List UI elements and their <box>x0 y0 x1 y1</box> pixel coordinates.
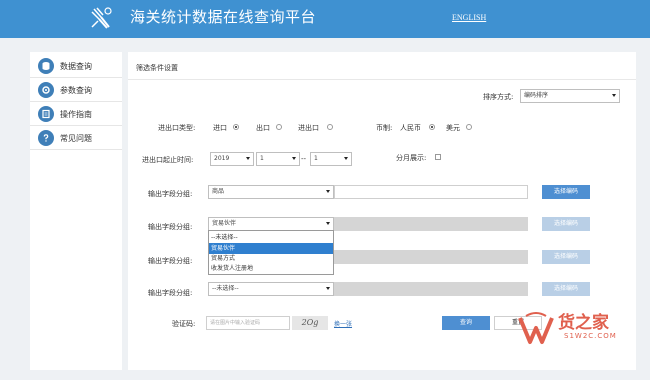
radio-both[interactable] <box>327 124 333 130</box>
sidebar-item-data-query[interactable]: 数据查询 <box>30 54 122 78</box>
trade-option-import: 进口 <box>213 124 227 132</box>
select-code-button-4[interactable]: 选择编码 <box>542 282 590 296</box>
sidebar-item-label: 参数查询 <box>60 86 92 95</box>
captcha-image: 2Og <box>292 316 328 330</box>
chevron-down-icon <box>246 157 250 160</box>
customs-logo-icon <box>91 7 112 29</box>
period-label: 进出口起止时间: <box>142 156 194 164</box>
currency-option-usd: 美元 <box>446 124 460 132</box>
output-group-label-1: 输出字段分组: <box>148 190 193 198</box>
dropdown-option-none[interactable]: --未选择-- <box>209 232 333 243</box>
radio-import[interactable] <box>233 124 239 130</box>
radio-export[interactable] <box>276 124 282 130</box>
month-end-select[interactable]: 1 <box>310 152 352 166</box>
trade-type-label: 进出口类型: <box>158 124 196 132</box>
site-title: 海关统计数据在线查询平台 <box>130 8 317 26</box>
panel-header: 筛选条件设置 <box>128 52 636 80</box>
chevron-down-icon <box>612 94 616 97</box>
month-start-select[interactable]: 1 <box>256 152 300 166</box>
chevron-down-icon <box>344 157 348 160</box>
sidebar-item-label: 操作指南 <box>60 110 92 119</box>
trade-option-both: 进出口 <box>298 124 319 132</box>
sidebar: 数据查询 参数查询 操作指南 常见问题 <box>30 52 122 370</box>
code-field-1[interactable] <box>334 185 528 199</box>
sidebar-item-param-query[interactable]: 参数查询 <box>30 78 122 102</box>
range-separator: -- <box>301 155 307 163</box>
month-end-value: 1 <box>314 155 318 162</box>
output-group-select-4[interactable]: --未选择-- <box>208 282 334 296</box>
guide-icon <box>38 106 54 122</box>
radio-rmb[interactable] <box>429 124 435 130</box>
watermark-subtitle: S1W2C.COM <box>564 332 617 340</box>
watermark-title: 货之家 <box>558 313 609 333</box>
database-icon <box>38 58 54 74</box>
sort-select-value: 编码排序 <box>524 92 549 99</box>
chevron-down-icon <box>326 190 330 193</box>
trade-option-export: 出口 <box>256 124 270 132</box>
year-select[interactable]: 2019 <box>210 152 254 166</box>
monthly-display-label: 分月展示: <box>396 154 427 162</box>
english-link[interactable]: ENGLISH <box>452 13 486 22</box>
code-field-3 <box>334 250 528 264</box>
code-field-4 <box>334 282 528 296</box>
currency-label: 币制: <box>376 124 393 132</box>
output-group-label-3: 输出字段分组: <box>148 257 193 265</box>
captcha-label: 验证码: <box>172 320 196 328</box>
output-group-label-4: 输出字段分组: <box>148 289 193 297</box>
chevron-down-icon <box>326 287 330 290</box>
monthly-display-checkbox[interactable] <box>435 154 441 160</box>
panel-title: 筛选条件设置 <box>136 64 178 72</box>
sort-label: 排序方式: <box>483 93 514 101</box>
select-code-button-2[interactable]: 选择编码 <box>542 217 590 231</box>
watermark: 货之家 S1W2C.COM <box>516 306 644 350</box>
settings-icon <box>38 82 54 98</box>
output-group-value-2: 贸易伙伴 <box>212 220 237 227</box>
output-group-select-1[interactable]: 商品 <box>208 185 334 199</box>
watermark-logo-icon <box>518 312 554 344</box>
question-icon <box>38 130 54 146</box>
sidebar-item-guide[interactable]: 操作指南 <box>30 102 122 126</box>
output-group-value-1: 商品 <box>212 188 225 195</box>
captcha-input[interactable]: 请在图片中输入验证码 <box>206 316 290 330</box>
currency-option-rmb: 人民币 <box>400 124 421 132</box>
output-group-select-2[interactable]: 贸易伙伴 <box>208 217 334 231</box>
select-code-button-3[interactable]: 选择编码 <box>542 250 590 264</box>
sort-select[interactable]: 编码排序 <box>520 89 620 103</box>
output-group-value-4: --未选择-- <box>212 285 239 292</box>
query-button[interactable]: 查询 <box>442 316 490 330</box>
refresh-captcha-link[interactable]: 换一张 <box>334 319 352 328</box>
code-field-2 <box>334 217 528 231</box>
sidebar-item-faq[interactable]: 常见问题 <box>30 126 122 150</box>
output-group-label-2: 输出字段分组: <box>148 223 193 231</box>
sidebar-item-label: 常见问题 <box>60 134 92 143</box>
dropdown-option-registration-place[interactable]: 收发货人注册地 <box>209 263 333 274</box>
output-group-dropdown-list: --未选择-- 贸易伙伴 贸易方式 收发货人注册地 <box>208 230 334 275</box>
select-code-button-1[interactable]: 选择编码 <box>542 185 590 199</box>
month-start-value: 1 <box>260 155 264 162</box>
top-bar: 海关统计数据在线查询平台 ENGLISH <box>0 0 650 38</box>
radio-usd[interactable] <box>466 124 472 130</box>
sidebar-item-label: 数据查询 <box>60 62 92 71</box>
chevron-down-icon <box>326 222 330 225</box>
year-select-value: 2019 <box>214 155 230 162</box>
chevron-down-icon <box>292 157 296 160</box>
